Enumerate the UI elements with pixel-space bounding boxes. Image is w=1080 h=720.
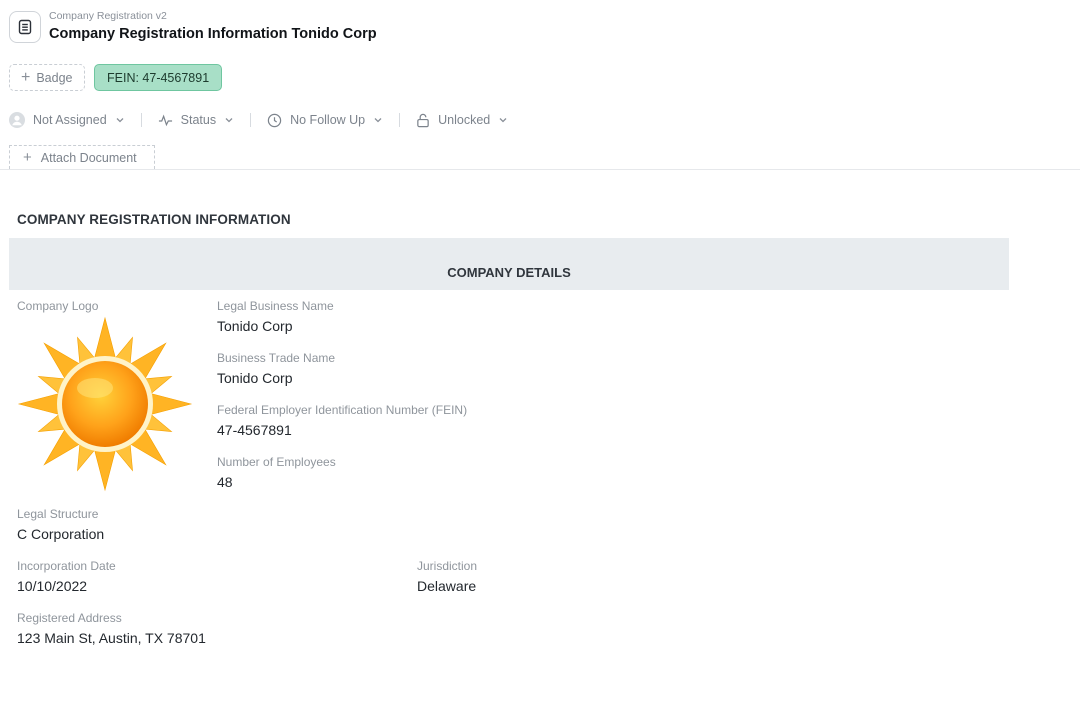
sun-logo-image — [17, 316, 193, 492]
fein-field: Federal Employer Identification Number (… — [217, 402, 467, 440]
fein-badge-label: FEIN: 47-4567891 — [107, 70, 210, 85]
company-logo-field: Company Logo — [17, 298, 98, 314]
add-badge-button[interactable]: + Badge — [9, 64, 85, 91]
add-badge-label: Badge — [36, 70, 73, 85]
field-label: Federal Employer Identification Number (… — [217, 403, 468, 417]
legal-structure-field: Legal Structure C Corporation — [17, 506, 104, 544]
field-value: Tonido Corp — [217, 318, 293, 334]
assignee-label: Not Assigned — [33, 113, 107, 127]
page-subtitle: Company Registration v2 — [49, 10, 167, 22]
details-header-label: COMPANY DETAILS — [447, 265, 571, 280]
field-label: Incorporation Date — [17, 559, 116, 573]
unlock-icon — [417, 113, 429, 127]
details-header-bar: COMPANY DETAILS — [9, 238, 1009, 290]
activity-icon — [158, 114, 172, 126]
follow-up-dropdown[interactable]: No Follow Up — [267, 113, 383, 128]
field-value: 47-4567891 — [217, 422, 292, 438]
divider — [399, 113, 401, 127]
legal-business-name-field: Legal Business Name Tonido Corp — [217, 298, 334, 336]
registered-address-field: Registered Address 123 Main St, Austin, … — [17, 610, 206, 648]
assignee-dropdown[interactable]: Not Assigned — [9, 112, 125, 128]
field-label: Number of Employees — [217, 455, 336, 469]
number-of-employees-field: Number of Employees 48 — [217, 454, 336, 492]
field-label: Company Logo — [17, 299, 99, 313]
field-label: Registered Address — [17, 611, 122, 625]
page-title: Company Registration Information Tonido … — [49, 26, 377, 42]
fein-badge[interactable]: FEIN: 47-4567891 — [94, 64, 223, 91]
field-value: 123 Main St, Austin, TX 78701 — [17, 630, 206, 646]
badge-row: + Badge FEIN: 47-4567891 — [9, 64, 223, 91]
lock-label: Unlocked — [438, 113, 491, 127]
follow-up-label: No Follow Up — [290, 113, 366, 127]
lock-dropdown[interactable]: Unlocked — [416, 113, 508, 128]
status-label: Status — [180, 113, 217, 127]
field-value: 48 — [217, 474, 233, 490]
header-divider — [0, 169, 1080, 170]
business-trade-name-field: Business Trade Name Tonido Corp — [217, 350, 335, 388]
divider — [250, 113, 252, 127]
attach-document-label: Attach Document — [40, 150, 137, 165]
section-title: COMPANY REGISTRATION INFORMATION — [17, 212, 291, 227]
chevron-down-icon — [225, 118, 233, 123]
clock-icon — [267, 113, 282, 127]
plus-icon: + — [21, 68, 31, 86]
document-icon[interactable] — [9, 11, 41, 43]
field-label: Legal Business Name — [217, 299, 334, 313]
field-label: Legal Structure — [17, 507, 99, 521]
chevron-down-icon — [116, 118, 124, 123]
incorporation-date-field: Incorporation Date 10/10/2022 — [17, 558, 116, 596]
field-value: 10/10/2022 — [17, 578, 88, 594]
jurisdiction-field: Jurisdiction Delaware — [417, 558, 477, 596]
field-value: Delaware — [417, 578, 477, 594]
field-label: Jurisdiction — [417, 559, 478, 573]
plus-icon: + — [23, 149, 32, 166]
status-toolbar: Not Assigned Status No Follow Up Unlocke… — [9, 110, 508, 130]
field-value: Tonido Corp — [217, 370, 293, 386]
status-dropdown[interactable]: Status — [158, 113, 234, 128]
divider — [140, 113, 142, 127]
field-label: Business Trade Name — [217, 351, 336, 365]
page-header: Company Registration v2 Company Registra… — [9, 10, 377, 44]
user-avatar-icon — [9, 112, 25, 128]
chevron-down-icon — [499, 118, 507, 123]
chevron-down-icon — [374, 118, 382, 123]
field-value: C Corporation — [17, 526, 105, 542]
attach-document-button[interactable]: + Attach Document — [9, 145, 155, 169]
